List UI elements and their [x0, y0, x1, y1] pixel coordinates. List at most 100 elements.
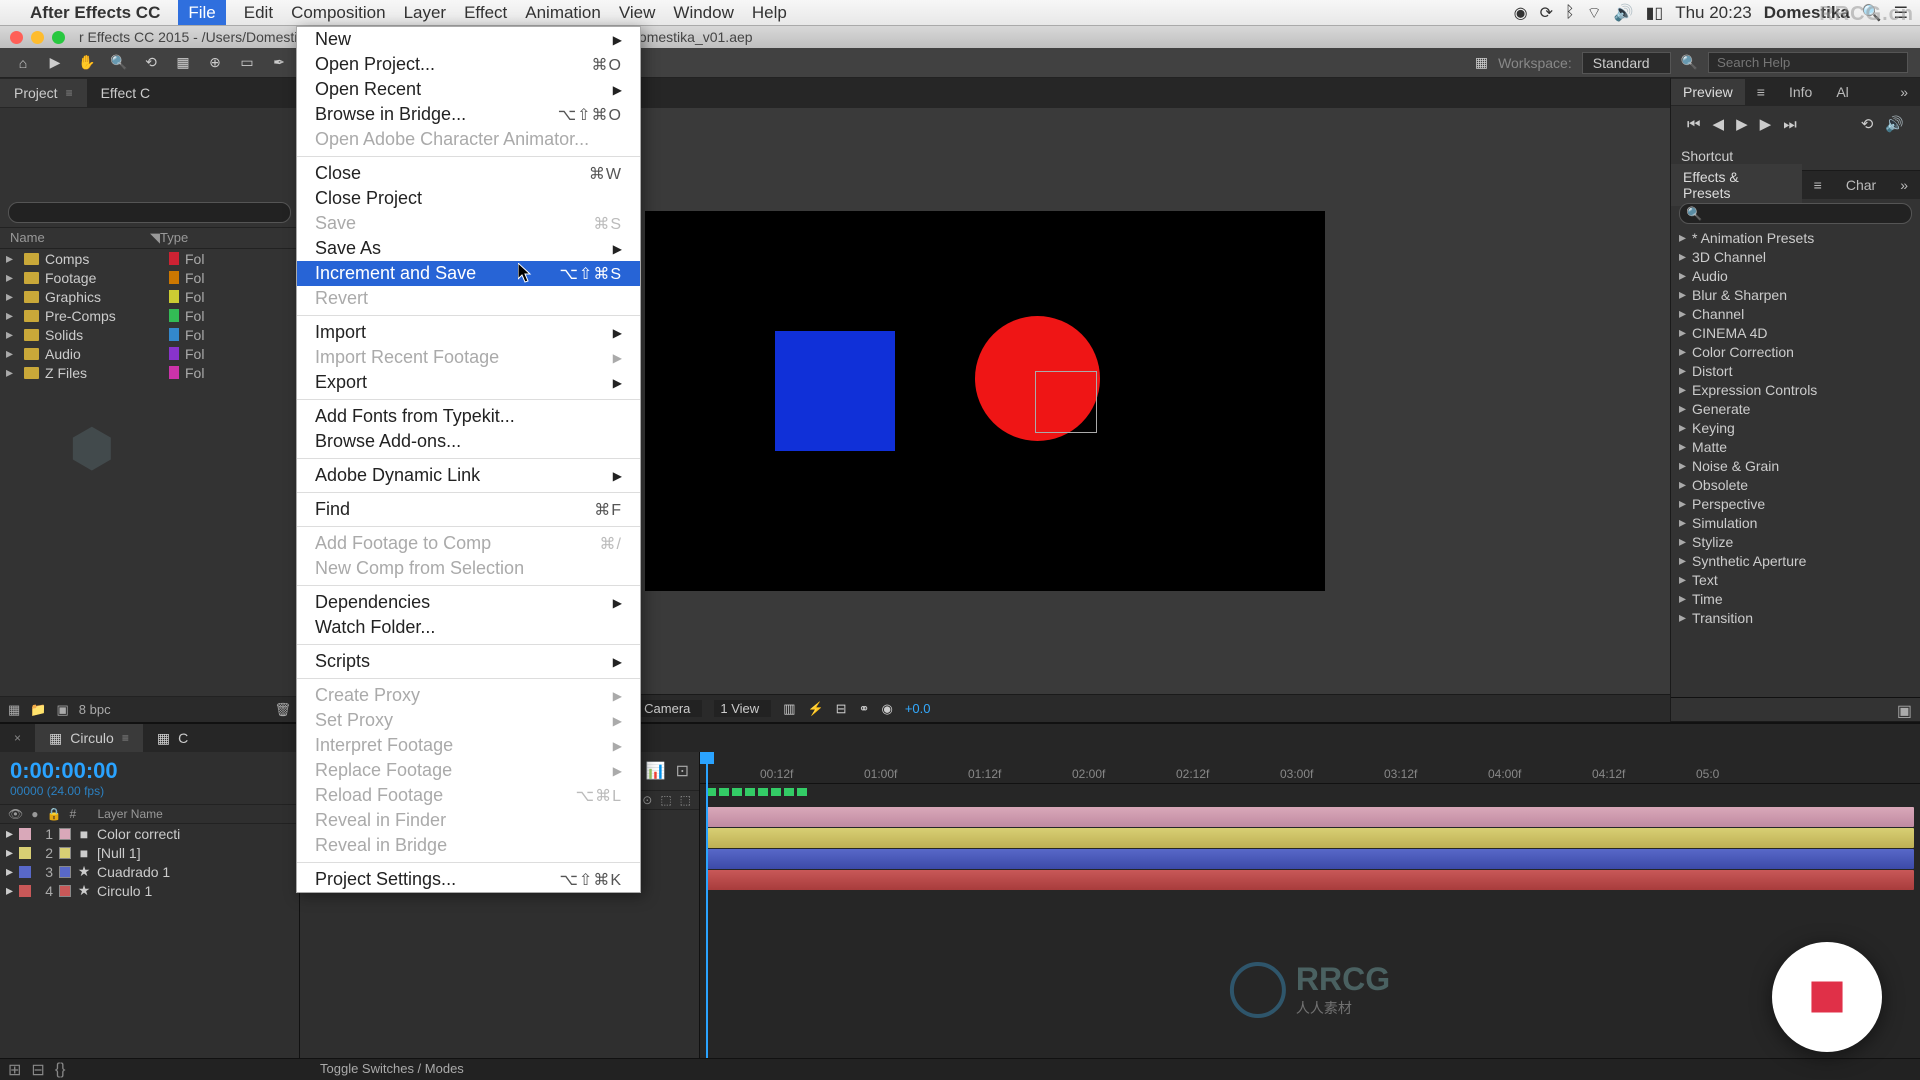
effect-category[interactable]: ▸Obsolete	[1671, 475, 1920, 494]
effect-category[interactable]: ▸Audio	[1671, 266, 1920, 285]
effect-category[interactable]: ▸Time	[1671, 589, 1920, 608]
views-dropdown[interactable]: 1 View	[714, 700, 771, 717]
layer-bar-2[interactable]	[706, 828, 1914, 848]
menu-item-find[interactable]: Find⌘F	[297, 497, 640, 522]
timeline-layer[interactable]: ▸2■[Null 1]	[0, 843, 299, 862]
project-folder[interactable]: ▸Z FilesFol	[0, 363, 299, 382]
hand-tool-icon[interactable]: ✋	[76, 52, 98, 74]
zoom-window-icon[interactable]	[52, 31, 65, 44]
tab-info[interactable]: Info	[1777, 79, 1824, 105]
menu-item-open-recent[interactable]: Open Recent▶	[297, 77, 640, 102]
home-icon[interactable]: ⌂	[12, 52, 34, 74]
project-folder[interactable]: ▸Pre-CompsFol	[0, 306, 299, 325]
toggle-switches-button[interactable]: Toggle Switches / Modes	[320, 1061, 464, 1076]
menu-file[interactable]: File	[178, 0, 225, 25]
camera-tool-icon[interactable]: ▦	[172, 52, 194, 74]
layer-bar-4[interactable]	[706, 870, 1914, 890]
tab-close[interactable]: ×	[0, 725, 35, 751]
interpret-icon[interactable]: ▦	[8, 702, 20, 718]
effect-category[interactable]: ▸Distort	[1671, 361, 1920, 380]
sync-icon[interactable]: ⟳	[1540, 3, 1553, 23]
menu-item-increment-and-save[interactable]: Increment and Save⌥⇧⌘S	[297, 261, 640, 286]
bluetooth-icon[interactable]: ᛒ	[1565, 4, 1575, 22]
canvas[interactable]	[645, 211, 1325, 591]
menu-item-browse-in-bridge-[interactable]: Browse in Bridge...⌥⇧⌘O	[297, 102, 640, 127]
zoom-tool-icon[interactable]: 🔍	[108, 52, 130, 74]
tab-preview[interactable]: Preview	[1671, 79, 1745, 105]
current-time[interactable]: 0:00:00:00	[10, 758, 289, 784]
tl-btn2-icon[interactable]: ⊟	[31, 1060, 44, 1080]
layer-bar-1[interactable]	[706, 807, 1914, 827]
prev-frame-icon[interactable]: ◀	[1713, 115, 1725, 133]
timeline-layer[interactable]: ▸4★Circulo 1	[0, 881, 299, 900]
menu-item-import[interactable]: Import▶	[297, 320, 640, 345]
bpc-button[interactable]: 8 bpc	[79, 702, 111, 717]
menu-effect[interactable]: Effect	[464, 3, 507, 22]
menu-layer[interactable]: Layer	[404, 3, 447, 22]
volume-icon[interactable]: 🔊	[1614, 3, 1634, 23]
eye-icon[interactable]: 👁	[8, 807, 23, 821]
tl-btn3-icon[interactable]: {}	[55, 1061, 66, 1079]
shape-tool-icon[interactable]: ▭	[236, 52, 258, 74]
menu-edit[interactable]: Edit	[244, 3, 273, 22]
trash-icon[interactable]: 🗑	[274, 702, 291, 718]
folder-icon[interactable]: 📁	[30, 702, 46, 718]
timeline-layer[interactable]: ▸3★Cuadrado 1	[0, 862, 299, 881]
project-folder[interactable]: ▸FootageFol	[0, 268, 299, 287]
close-window-icon[interactable]	[10, 31, 23, 44]
menu-item-browse-add-ons-[interactable]: Browse Add-ons...	[297, 429, 640, 454]
time-ruler[interactable]: 00:12f01:00f01:12f02:00f02:12f03:00f03:1…	[700, 752, 1920, 784]
loop-icon[interactable]: ⟲	[1861, 115, 1874, 133]
menu-item-export[interactable]: Export▶	[297, 370, 640, 395]
menu-animation[interactable]: Animation	[525, 3, 601, 22]
project-folder[interactable]: ▸SolidsFol	[0, 325, 299, 344]
menu-composition[interactable]: Composition	[291, 3, 386, 22]
exposure-reset-icon[interactable]: ◉	[881, 701, 892, 717]
project-folder[interactable]: ▸GraphicsFol	[0, 287, 299, 306]
effect-category[interactable]: ▸Generate	[1671, 399, 1920, 418]
playhead[interactable]	[706, 752, 708, 1058]
battery-icon[interactable]: ▮▯	[1646, 3, 1664, 23]
menu-window[interactable]: Window	[673, 3, 733, 22]
menu-item-close-project[interactable]: Close Project	[297, 186, 640, 211]
tab-align[interactable]: Al	[1824, 79, 1860, 105]
effect-category[interactable]: ▸3D Channel	[1671, 247, 1920, 266]
selection-tool-icon[interactable]: ▶	[44, 52, 66, 74]
menu-item-scripts[interactable]: Scripts▶	[297, 649, 640, 674]
effect-category[interactable]: ▸Synthetic Aperture	[1671, 551, 1920, 570]
col-name[interactable]: Name	[10, 230, 150, 246]
mute-icon[interactable]: 🔊	[1885, 115, 1904, 133]
graph-icon[interactable]: 📊	[646, 761, 666, 781]
project-folder[interactable]: ▸CompsFol	[0, 249, 299, 268]
tab-effect-controls[interactable]: Effect C	[87, 79, 165, 107]
timeline-layer[interactable]: ▸1■Color correcti	[0, 824, 299, 843]
pan-behind-tool-icon[interactable]: ⊕	[204, 52, 226, 74]
pixel-aspect-icon[interactable]: ▥	[783, 701, 795, 717]
cc-icon[interactable]: ◉	[1514, 3, 1528, 23]
tab-timeline-circulo[interactable]: ▦ Circulo ≡	[35, 724, 143, 753]
workspace-icon[interactable]: ▦	[1475, 54, 1488, 71]
effect-category[interactable]: ▸Color Correction	[1671, 342, 1920, 361]
first-frame-icon[interactable]: ⏮	[1687, 116, 1701, 133]
exposure-value[interactable]: +0.0	[905, 701, 931, 716]
effect-category[interactable]: ▸Keying	[1671, 418, 1920, 437]
tl-btn1-icon[interactable]: ⊞	[8, 1060, 21, 1080]
new-bin-icon[interactable]: ▣	[1671, 697, 1920, 721]
menu-item-watch-folder-[interactable]: Watch Folder...	[297, 615, 640, 640]
effect-category[interactable]: ▸Perspective	[1671, 494, 1920, 513]
selection-box[interactable]	[1035, 371, 1097, 433]
search-help-input[interactable]	[1708, 52, 1908, 73]
last-frame-icon[interactable]: ⏭	[1783, 116, 1797, 133]
play-icon[interactable]: ▶	[1736, 115, 1748, 133]
menu-item-add-fonts-from-typekit-[interactable]: Add Fonts from Typekit...	[297, 404, 640, 429]
effect-category[interactable]: ▸Stylize	[1671, 532, 1920, 551]
rotate-tool-icon[interactable]: ⟲	[140, 52, 162, 74]
menu-item-adobe-dynamic-link[interactable]: Adobe Dynamic Link▶	[297, 463, 640, 488]
next-frame-icon[interactable]: ▶	[1760, 115, 1772, 133]
traffic-lights[interactable]	[10, 31, 65, 44]
menu-item-dependencies[interactable]: Dependencies▶	[297, 590, 640, 615]
effect-category[interactable]: ▸* Animation Presets	[1671, 228, 1920, 247]
tab-project[interactable]: Project≡	[0, 79, 87, 107]
menu-view[interactable]: View	[619, 3, 656, 22]
effect-category[interactable]: ▸Simulation	[1671, 513, 1920, 532]
